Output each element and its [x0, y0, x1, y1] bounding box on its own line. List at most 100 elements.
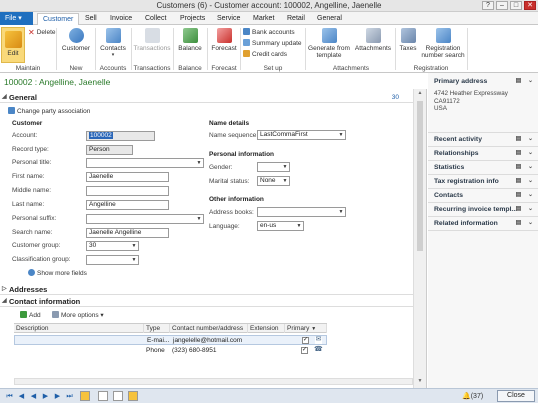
contacts-button[interactable]: Contacts ▾ [98, 28, 128, 59]
chevron-down-icon[interactable]: ▼ [281, 177, 289, 185]
scroll-down-icon[interactable]: ▼ [416, 378, 424, 386]
chevron-down-icon[interactable]: ⌄ [527, 192, 534, 199]
column-description[interactable]: Description [14, 324, 144, 333]
taxes-button[interactable]: Taxes [397, 28, 419, 52]
column-type[interactable]: Type [144, 324, 170, 333]
primary-checkbox[interactable]: ✓ [302, 337, 309, 344]
generate-from-template-button[interactable]: Generate from template [307, 28, 351, 59]
personal-title-select[interactable]: ▼ [86, 158, 204, 168]
pane-icon[interactable]: ▤ [515, 206, 522, 213]
table-row[interactable]: E-mai... jangelelle@hotmail.com ✓ ✉ [14, 335, 327, 345]
help-button[interactable]: ? [482, 1, 494, 10]
balance-button[interactable]: Balance [176, 28, 204, 52]
delete-button[interactable]: ✕ Delete [28, 28, 56, 37]
addresses-section-header[interactable]: ▷ Addresses [0, 284, 413, 295]
pane-icon[interactable]: ▤ [515, 136, 522, 143]
contacts-item[interactable]: Contacts ▤ ⌄ [428, 189, 538, 203]
horizontal-scrollbar[interactable] [14, 378, 413, 385]
close-button[interactable]: Close [497, 390, 535, 402]
pane-icon[interactable]: ▤ [515, 78, 522, 85]
forecast-button[interactable]: Forecast [210, 28, 238, 52]
search-name-field[interactable]: Jaenelle Angelline [86, 228, 169, 238]
chevron-down-icon[interactable]: ▼ [337, 131, 345, 139]
pane-icon[interactable]: ▤ [515, 164, 522, 171]
chevron-down-icon[interactable]: ⌄ [527, 150, 534, 157]
tab-file[interactable]: File ▾ [0, 12, 33, 25]
edit-mode-icon[interactable] [80, 391, 90, 401]
primary-address-header[interactable]: Primary address ▤ ⌄ [428, 75, 538, 89]
gender-select[interactable]: ▼ [257, 162, 290, 172]
notifications-indicator[interactable]: 🔔(37) [462, 392, 483, 400]
edit-button[interactable]: Edit [1, 27, 25, 63]
column-primary[interactable]: Primary ▼ [285, 324, 327, 333]
more-options-button[interactable]: More options ▾ [52, 311, 104, 319]
chevron-down-icon[interactable]: ▼ [130, 242, 138, 250]
chevron-down-icon[interactable]: ⌄ [527, 136, 534, 143]
add-button[interactable]: Add [20, 311, 41, 319]
column-contact[interactable]: Contact number/address [170, 324, 248, 333]
tab-retail[interactable]: Retail [282, 13, 310, 25]
chevron-down-icon[interactable]: ▼ [295, 222, 303, 230]
chevron-down-icon[interactable]: ▼ [281, 163, 289, 171]
classification-group-select[interactable]: ▼ [86, 255, 139, 265]
customer-group-select[interactable]: 30 ▼ [86, 241, 139, 251]
account-field[interactable]: 100002 [86, 131, 155, 141]
language-select[interactable]: en-us ▼ [257, 221, 304, 231]
first-name-field[interactable]: Jaenelle [86, 172, 169, 182]
first-record-icon[interactable]: ⏮ [5, 392, 14, 401]
tax-registration-info-item[interactable]: Tax registration info ▤ ⌄ [428, 175, 538, 189]
new-customer-button[interactable]: Customer [60, 28, 92, 52]
chevron-down-icon[interactable]: ⌄ [527, 206, 534, 213]
view-icon[interactable] [113, 391, 123, 401]
tab-projects[interactable]: Projects [175, 13, 210, 25]
chevron-down-icon[interactable]: ▼ [195, 215, 203, 223]
tab-collect[interactable]: Collect [140, 13, 171, 25]
phone-action-icon[interactable]: ☎ [314, 346, 323, 354]
recent-activity-item[interactable]: Recent activity ▤ ⌄ [428, 133, 538, 147]
statistics-item[interactable]: Statistics ▤ ⌄ [428, 161, 538, 175]
chevron-down-icon[interactable]: ⌄ [527, 78, 534, 85]
minimize-button[interactable]: – [496, 1, 508, 10]
summary-update-button[interactable]: Summary update [243, 39, 302, 47]
maximize-button[interactable]: □ [510, 1, 522, 10]
tab-general[interactable]: General [312, 13, 347, 25]
last-record-icon[interactable]: ⏭ [65, 392, 74, 401]
view-icon[interactable] [98, 391, 108, 401]
email-action-icon[interactable]: ✉ [315, 336, 322, 344]
recurring-invoice-templates-item[interactable]: Recurring invoice templ... ▤ ⌄ [428, 203, 538, 217]
chevron-down-icon[interactable]: ▼ [130, 256, 138, 264]
pane-icon[interactable]: ▤ [515, 192, 522, 199]
personal-suffix-select[interactable]: ▼ [86, 214, 204, 224]
marital-status-select[interactable]: None ▼ [257, 176, 290, 186]
attachments-button[interactable]: Attachments [353, 28, 393, 52]
chevron-down-icon[interactable]: ⌄ [527, 178, 534, 185]
table-row[interactable]: Phone (323) 680-8951 ✓ ☎ [14, 346, 327, 356]
change-party-association-link[interactable]: Change party association [8, 107, 90, 115]
next-record-icon[interactable]: ▶ [53, 392, 62, 401]
close-window-button[interactable]: ✕ [524, 1, 536, 10]
credit-cards-button[interactable]: Credit cards [243, 50, 287, 58]
address-books-select[interactable]: ▼ [257, 207, 346, 217]
chevron-down-icon[interactable]: ▼ [337, 208, 345, 216]
attachment-status-icon[interactable] [128, 391, 138, 401]
transactions-button[interactable]: Transactions [133, 28, 171, 52]
scroll-up-icon[interactable]: ▲ [416, 90, 424, 98]
pane-icon[interactable]: ▤ [515, 178, 522, 185]
name-sequence-select[interactable]: LastCommaFirst ▼ [257, 130, 346, 140]
contact-information-section-header[interactable]: ◢ Contact information [0, 296, 413, 307]
vertical-scrollbar[interactable]: ▲ ▼ [413, 89, 426, 388]
chevron-down-icon[interactable]: ⌄ [527, 220, 534, 227]
tab-market[interactable]: Market [248, 13, 279, 25]
tab-customer[interactable]: Customer [37, 13, 80, 25]
chevron-down-icon[interactable]: ▼ [195, 159, 203, 167]
next-page-icon[interactable]: ▶ [41, 392, 50, 401]
column-extension[interactable]: Extension [248, 324, 285, 333]
relationships-item[interactable]: Relationships ▤ ⌄ [428, 147, 538, 161]
tab-sell[interactable]: Sell [80, 13, 102, 25]
registration-number-search-button[interactable]: Registration number search [421, 28, 465, 59]
tab-invoice[interactable]: Invoice [105, 13, 137, 25]
pane-icon[interactable]: ▤ [515, 220, 522, 227]
last-name-field[interactable]: Angelline [86, 200, 169, 210]
previous-record-icon[interactable]: ◀ [17, 392, 26, 401]
related-information-item[interactable]: Related information ▤ ⌄ [428, 217, 538, 231]
